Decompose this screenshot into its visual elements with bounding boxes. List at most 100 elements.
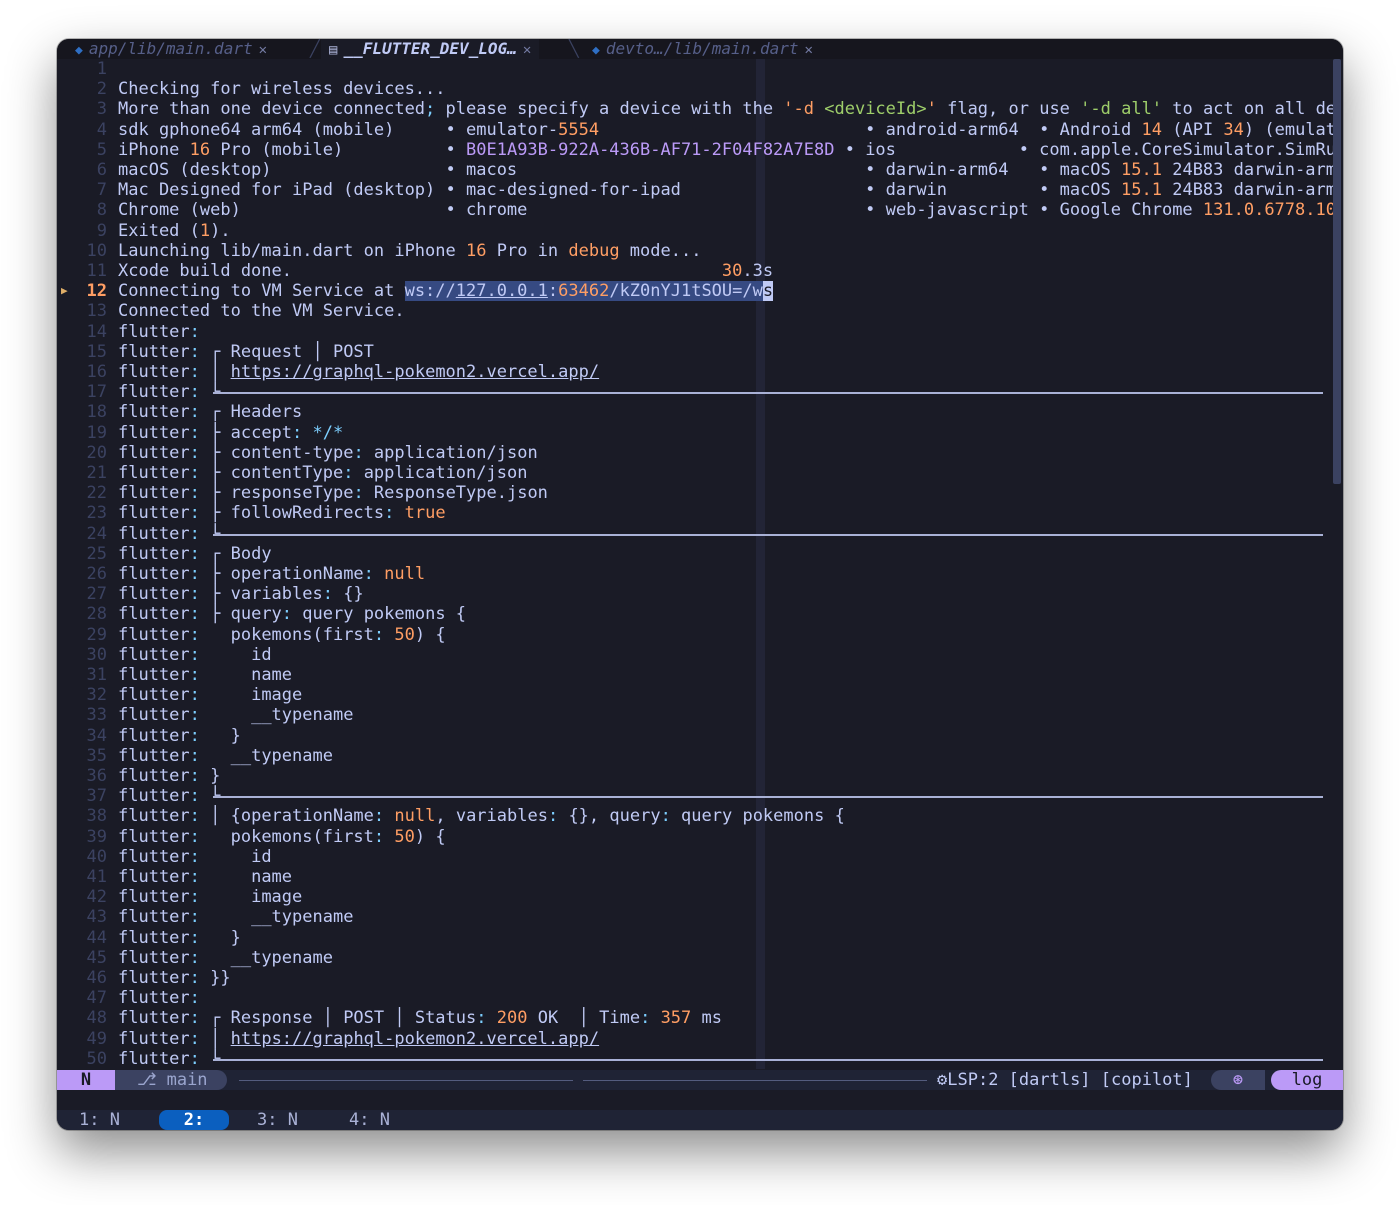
editor-line[interactable]: 16 flutter: │ https://graphql-pokemon2.ve… bbox=[57, 362, 1333, 382]
line-text: Launching lib/main.dart on iPhone 16 Pro… bbox=[118, 240, 702, 261]
editor-line[interactable]: 27 flutter: ├ variables: {} bbox=[57, 584, 1333, 604]
line-number: 10 bbox=[86, 240, 107, 261]
line-number: 48 bbox=[86, 1008, 107, 1029]
editor-line[interactable]: 49 flutter: │ https://graphql-pokemon2.ve… bbox=[57, 1029, 1333, 1049]
tab-flutter-dev-log[interactable]: ▤ __FLUTTER_DEV_LOG… ✕ bbox=[321, 39, 540, 59]
git-branch[interactable]: ⎇ main bbox=[115, 1070, 227, 1090]
line-text: More than one device connected; please s… bbox=[118, 99, 1333, 120]
scrollbar[interactable] bbox=[1333, 59, 1341, 484]
line-number: 26 bbox=[86, 564, 107, 584]
editor-line[interactable]: 19 flutter: ├ accept: */* bbox=[57, 423, 1333, 443]
editor-line[interactable]: 30 flutter: id bbox=[57, 645, 1333, 665]
editor-line[interactable]: 15 flutter: ┌ Request │ POST bbox=[57, 342, 1333, 362]
editor-line[interactable]: 9 Exited (1). bbox=[57, 221, 1333, 241]
line-text: flutter: __typename bbox=[118, 745, 333, 766]
line-number: 39 bbox=[86, 826, 107, 847]
line-number: 11 bbox=[86, 261, 107, 281]
editor-line[interactable]: 47 flutter: bbox=[57, 988, 1333, 1008]
close-icon[interactable]: ✕ bbox=[259, 42, 267, 58]
neovim-icon: N bbox=[379, 1110, 390, 1130]
tmux-window-3[interactable]: 3: N bbox=[257, 1110, 298, 1130]
line-number: 21 bbox=[86, 463, 107, 483]
line-number: 43 bbox=[86, 907, 107, 928]
line-number: 38 bbox=[86, 806, 107, 827]
editor-line[interactable]: 22 flutter: ├ responseType: ResponseType.… bbox=[57, 483, 1333, 503]
editor-line[interactable]: 4 sdk gphone64 arm64 (mobile) • emulator-… bbox=[57, 120, 1333, 140]
tmux-window-2[interactable]: 2: bbox=[159, 1110, 229, 1130]
editor-line[interactable]: 38 flutter: │ {operationName: null, varia… bbox=[57, 806, 1333, 826]
editor-buffer[interactable]: 1 2 Checking for wireless devices... 3 More … bbox=[57, 59, 1333, 1069]
line-number: 32 bbox=[86, 685, 107, 706]
line-number: 47 bbox=[86, 988, 107, 1009]
line-text: flutter: ├ contentType: application/json bbox=[118, 463, 528, 483]
editor-line[interactable]: 21 flutter: ├ contentType: application/js… bbox=[57, 463, 1333, 483]
editor-line[interactable]: ▶ 12 Connecting to VM Service at ws://127.… bbox=[57, 281, 1333, 302]
line-number: 24 bbox=[86, 523, 107, 544]
editor-line[interactable]: 7 Mac Designed for iPad (desktop) • mac-d… bbox=[57, 180, 1333, 200]
window-index: 4: bbox=[349, 1110, 370, 1130]
editor-line[interactable]: 42 flutter: image bbox=[57, 887, 1333, 907]
line-text: flutter: ├ responseType: ResponseType.js… bbox=[118, 483, 548, 504]
line-number: 17 bbox=[86, 382, 107, 403]
tmux-window-1[interactable]: 1: N bbox=[79, 1110, 120, 1130]
editor-line[interactable]: 48 flutter: ┌ Response │ POST │ Status: 2… bbox=[57, 1008, 1333, 1028]
line-text: flutter: name bbox=[118, 867, 293, 887]
editor-line[interactable]: 32 flutter: image bbox=[57, 685, 1333, 705]
editor-line[interactable]: 6 macOS (desktop) • macos • darwin-arm64 … bbox=[57, 160, 1333, 180]
editor-line[interactable]: 44 flutter: } bbox=[57, 928, 1333, 948]
editor-line[interactable]: 39 flutter: pokemons(first: 50) { bbox=[57, 827, 1333, 847]
line-text: Exited (1). bbox=[118, 220, 231, 241]
editor-line[interactable]: 45 flutter: __typename bbox=[57, 948, 1333, 968]
neovim-icon: N bbox=[80, 1070, 92, 1090]
lsp-status: ⚙LSP:2 [dartls] [copilot] bbox=[937, 1070, 1193, 1090]
editor-line[interactable]: 1 bbox=[57, 59, 1333, 79]
editor-line[interactable]: 8 Chrome (web) • chrome • web-javascript … bbox=[57, 200, 1333, 220]
line-number: 3 bbox=[96, 99, 107, 120]
editor-line[interactable]: 46 flutter: }} bbox=[57, 968, 1333, 988]
editor-line[interactable]: 10 Launching lib/main.dart on iPhone 16 P… bbox=[57, 241, 1333, 261]
editor-line[interactable]: 23 flutter: ├ followRedirects: true bbox=[57, 503, 1333, 523]
editor-line[interactable]: 26 flutter: ├ operationName: null bbox=[57, 564, 1333, 584]
line-text: flutter: } bbox=[118, 927, 241, 948]
neovim-icon: N bbox=[287, 1110, 298, 1130]
editor-line[interactable]: 28 flutter: ├ query: query pokemons { bbox=[57, 604, 1333, 624]
line-number: 31 bbox=[86, 665, 107, 685]
editor-line[interactable]: 33 flutter: __typename bbox=[57, 705, 1333, 725]
tab-app-main-dart[interactable]: ◆ app/lib/main.dart ✕ bbox=[75, 39, 267, 59]
line-text: flutter: } bbox=[118, 725, 241, 746]
statusline-divider bbox=[583, 1080, 927, 1081]
editor-line[interactable]: 18 flutter: ┌ Headers bbox=[57, 402, 1333, 422]
editor-line[interactable]: 29 flutter: pokemons(first: 50) { bbox=[57, 625, 1333, 645]
mode-indicator: N bbox=[57, 1070, 115, 1090]
line-number: 9 bbox=[96, 220, 107, 241]
close-icon[interactable]: ✕ bbox=[523, 42, 531, 58]
editor-line[interactable]: 3 More than one device connected; please … bbox=[57, 99, 1333, 119]
line-number: 23 bbox=[86, 503, 107, 524]
line-text: Xcode build done. 30.3s bbox=[118, 261, 774, 281]
editor-line[interactable]: 25 flutter: ┌ Body bbox=[57, 544, 1333, 564]
editor-line[interactable]: 31 flutter: name bbox=[57, 665, 1333, 685]
tmux-window-4[interactable]: 4: N bbox=[349, 1110, 390, 1130]
editor-line[interactable]: 35 flutter: __typename bbox=[57, 746, 1333, 766]
tmux-status-bar: 1: N 2: 3: N 4: N bbox=[57, 1110, 1343, 1130]
line-number: 28 bbox=[86, 604, 107, 625]
editor-line[interactable]: 34 flutter: } bbox=[57, 726, 1333, 746]
tab-devto-main-dart[interactable]: ◆ devto…/lib/main.dart ✕ bbox=[592, 39, 813, 59]
line-text: flutter: ├ content-type: application/jso… bbox=[118, 442, 538, 463]
debug-sign-icon: ▶ bbox=[61, 284, 68, 298]
document-icon: ▤ bbox=[329, 42, 338, 58]
editor-line[interactable]: 41 flutter: name bbox=[57, 867, 1333, 887]
editor-line[interactable]: 20 flutter: ├ content-type: application/j… bbox=[57, 443, 1333, 463]
editor-line[interactable]: 11 Xcode build done. 30.3s bbox=[57, 261, 1333, 281]
editor-line[interactable]: 2 Checking for wireless devices... bbox=[57, 79, 1333, 99]
line-number: 42 bbox=[86, 887, 107, 908]
editor-line[interactable]: 13 Connected to the VM Service. bbox=[57, 301, 1333, 321]
editor-line[interactable]: 5 iPhone 16 Pro (mobile) • B0E1A93B-922A-… bbox=[57, 140, 1333, 160]
editor-line[interactable]: 36 flutter: } bbox=[57, 766, 1333, 786]
editor-line[interactable]: 14 flutter: bbox=[57, 322, 1333, 342]
close-icon[interactable]: ✕ bbox=[804, 42, 812, 58]
editor-line[interactable]: 40 flutter: id bbox=[57, 847, 1333, 867]
copilot-icon[interactable]: ⊛ bbox=[1211, 1070, 1265, 1090]
line-text: flutter: │ https://graphql-pokemon2.verc… bbox=[118, 362, 600, 382]
editor-line[interactable]: 43 flutter: __typename bbox=[57, 907, 1333, 927]
